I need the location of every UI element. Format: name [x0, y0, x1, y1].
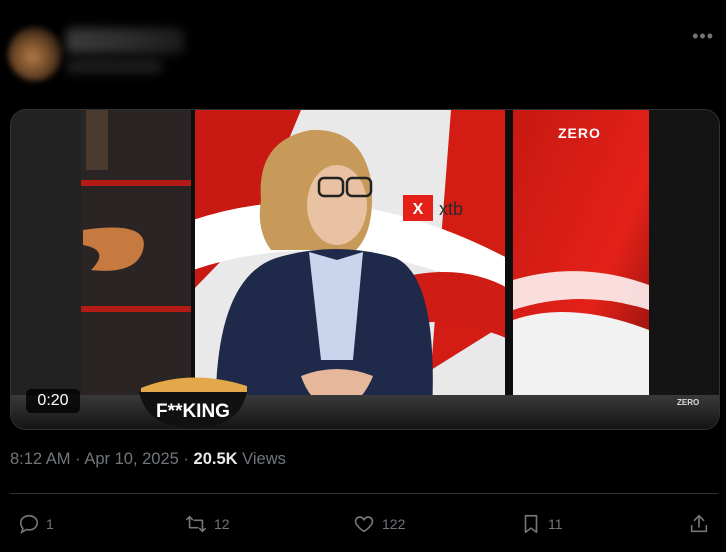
meta-separator: ·: [183, 450, 189, 468]
author-handle-redacted: [66, 58, 162, 74]
action-bar: 1 12 122 11: [0, 506, 726, 542]
post-meta: 8:12 AM · Apr 10, 2025 · 20.5K Views: [10, 450, 286, 469]
meta-separator: ·: [75, 450, 81, 468]
reply-button[interactable]: 1: [18, 506, 54, 542]
more-icon[interactable]: •••: [692, 27, 714, 45]
sponsor-mark: X: [413, 201, 424, 218]
reply-icon: [19, 514, 39, 535]
share-button[interactable]: [688, 506, 710, 542]
post-header: •••: [0, 0, 726, 95]
avatar[interactable]: [8, 27, 62, 81]
sponsor-text: xtb: [439, 199, 463, 219]
repost-icon: [186, 515, 206, 533]
post-date[interactable]: Apr 10, 2025: [84, 450, 179, 468]
reply-count: 1: [46, 516, 54, 532]
views-label: Views: [242, 450, 286, 468]
corner-logo: ZERO: [677, 398, 699, 407]
bookmark-count: 11: [548, 516, 563, 532]
share-icon: [690, 514, 708, 533]
like-button[interactable]: 122: [352, 506, 405, 542]
divider: [10, 493, 718, 494]
video-frame: X xtb ZERO F**KING ZERO: [11, 110, 719, 429]
video-duration: 0:20: [26, 389, 80, 413]
views-count: 20.5K: [193, 450, 238, 468]
author-name-redacted[interactable]: [66, 28, 184, 54]
repost-count: 12: [214, 516, 230, 532]
post-time[interactable]: 8:12 AM: [10, 450, 71, 468]
like-count: 122: [382, 516, 406, 532]
bowl-text: F**KING: [156, 401, 230, 422]
video-player[interactable]: X xtb ZERO F**KING ZERO 0:20: [10, 109, 720, 430]
brand-logo: ZERO: [558, 125, 601, 141]
like-icon: [354, 516, 374, 533]
repost-button[interactable]: 12: [184, 506, 230, 542]
bookmark-icon: [524, 514, 538, 534]
bookmark-button[interactable]: 11: [520, 506, 563, 542]
